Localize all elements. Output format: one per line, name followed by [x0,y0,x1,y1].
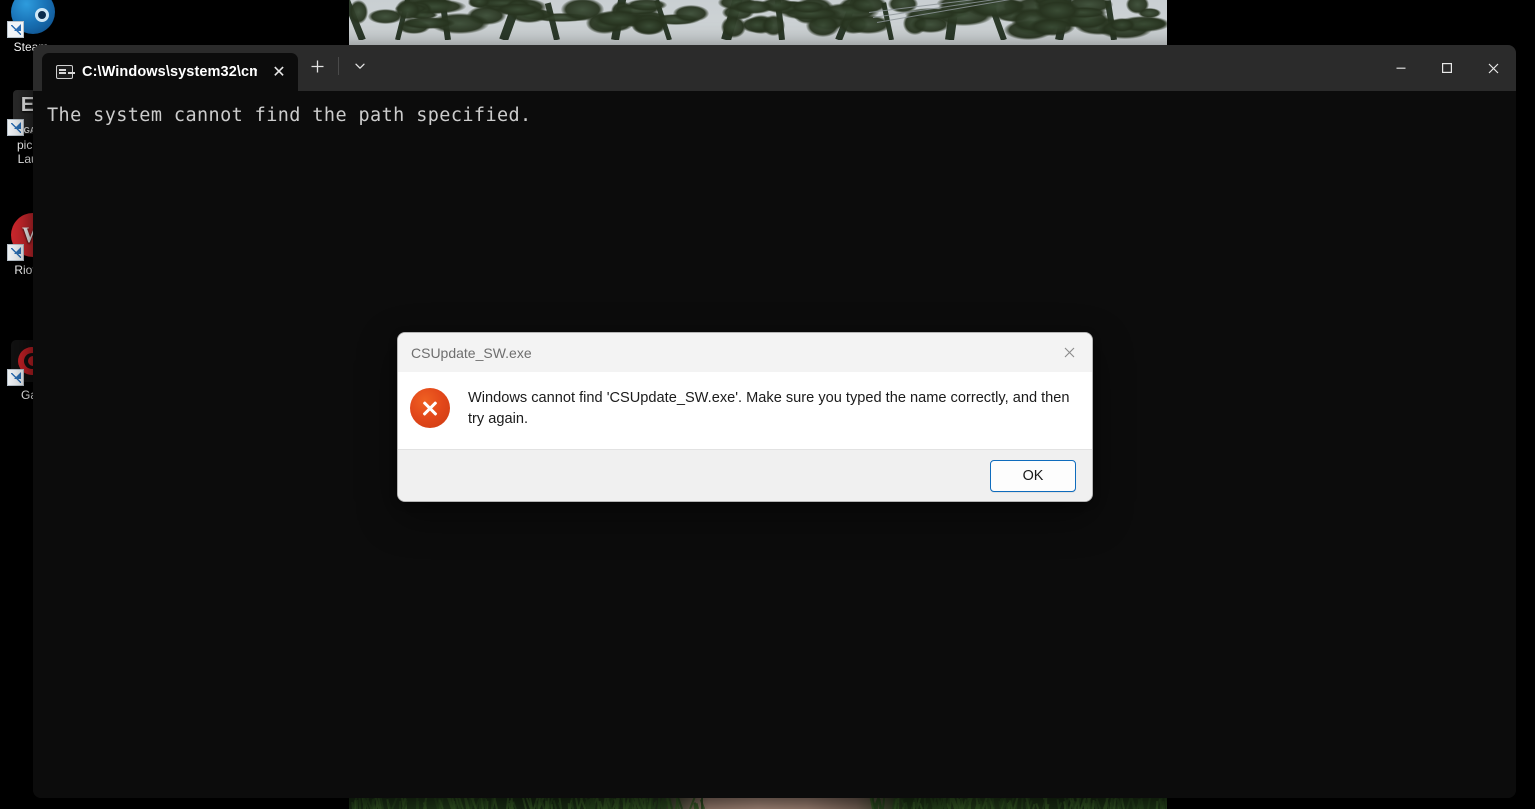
dialog-body: Windows cannot find 'CSUpdate_SW.exe'. M… [398,372,1092,450]
close-tab-icon[interactable]: ✕ [266,59,292,85]
terminal-title-bar: C:\Windows\system32\cmd.e ✕ [33,45,1516,91]
error-dialog: CSUpdate_SW.exe Windows cannot find 'CSU… [397,332,1093,502]
shortcut-arrow-icon [7,244,24,261]
minimize-button[interactable] [1378,45,1424,91]
screen: Steam EP GAM pic G Laun Riot C [0,0,1535,809]
shortcut-arrow-icon [7,369,24,386]
dialog-title: CSUpdate_SW.exe [411,345,532,361]
dialog-footer: OK [398,449,1092,501]
shortcut-arrow-icon [7,21,24,38]
toolbar-divider [338,57,339,75]
tab-strip: C:\Windows\system32\cmd.e ✕ [33,45,298,91]
tab-title: C:\Windows\system32\cmd.e [82,64,257,80]
console-icon [56,65,73,79]
tab-cmd[interactable]: C:\Windows\system32\cmd.e ✕ [42,53,298,91]
chevron-down-icon[interactable] [341,49,379,83]
dialog-close-button[interactable] [1047,333,1092,371]
ok-button[interactable]: OK [990,460,1076,492]
dialog-title-bar: CSUpdate_SW.exe [398,333,1092,372]
shortcut-arrow-icon [7,119,24,136]
new-tab-button[interactable] [298,49,336,83]
tab-actions [298,45,379,91]
error-icon [410,388,450,428]
steam-icon [7,0,55,38]
maximize-button[interactable] [1424,45,1470,91]
close-window-button[interactable] [1470,45,1516,91]
wallpaper-trees [349,0,1167,40]
window-controls [1378,45,1516,91]
console-line: The system cannot find the path specifie… [47,105,1516,127]
dialog-message: Windows cannot find 'CSUpdate_SW.exe'. M… [468,388,1072,429]
